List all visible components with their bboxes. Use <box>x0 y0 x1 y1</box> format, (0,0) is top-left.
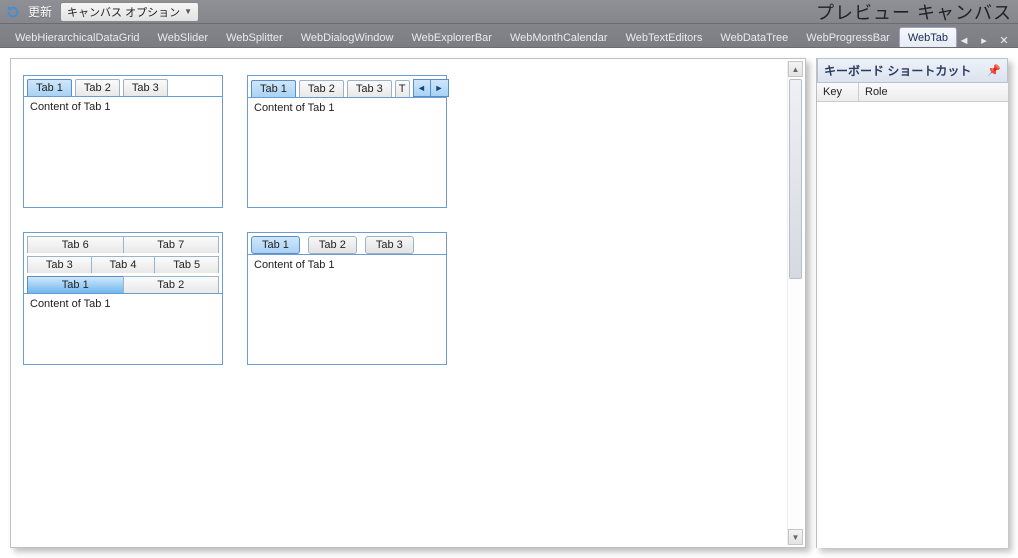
col-role[interactable]: Role <box>859 83 1008 101</box>
tab-websplitter[interactable]: WebSplitter <box>217 27 292 47</box>
webtab-demo-3: Tab 6 Tab 7 Tab 3 Tab 4 Tab 5 Tab 1 <box>23 232 223 365</box>
row-2: Tab 6 Tab 7 Tab 3 Tab 4 Tab 5 Tab 1 <box>23 232 793 365</box>
refresh-label[interactable]: 更新 <box>28 3 52 20</box>
tab-webslider[interactable]: WebSlider <box>149 27 218 47</box>
scroll-right-icon[interactable]: ▸ <box>977 34 991 47</box>
tab-7[interactable]: Tab 7 <box>123 236 220 253</box>
scroll-left-icon[interactable]: ◄ <box>413 79 431 97</box>
scroll-right-icon[interactable]: ► <box>431 79 449 97</box>
tab-3[interactable]: Tab 3 <box>347 80 392 97</box>
tab-4-truncated[interactable]: T <box>395 80 410 97</box>
tab-webexplorerbar[interactable]: WebExplorerBar <box>402 27 501 47</box>
tab-row-multirow: Tab 6 Tab 7 Tab 3 Tab 4 Tab 5 Tab 1 <box>24 233 222 293</box>
col-key[interactable]: Key <box>817 83 859 101</box>
top-toolbar: 更新 キャンバス オプション ▼ プレビュー キャンバス <box>0 0 1018 24</box>
tab-row: Tab 1 Tab 2 Tab 3 <box>24 76 222 96</box>
tab-3[interactable]: Tab 3 <box>365 236 414 254</box>
canvas-inner: Tab 1 Tab 2 Tab 3 Content of Tab 1 Tab 1… <box>11 59 805 405</box>
tab-content: Content of Tab 1 <box>248 97 446 207</box>
tab-2[interactable]: Tab 2 <box>299 80 344 97</box>
tab-1[interactable]: Tab 1 <box>251 236 300 254</box>
page-title: プレビュー キャンバス <box>816 0 1012 25</box>
tab-2[interactable]: Tab 2 <box>308 236 357 254</box>
tab-webdialogwindow[interactable]: WebDialogWindow <box>292 27 403 47</box>
tab-webmonthcalendar[interactable]: WebMonthCalendar <box>501 27 617 47</box>
panel-header: キーボード ショートカット 📌 <box>817 58 1008 83</box>
tab-webtexteditors[interactable]: WebTextEditors <box>617 27 712 47</box>
tab-webtab[interactable]: WebTab <box>899 27 957 47</box>
canvas-options-label: キャンバス オプション <box>67 4 180 20</box>
tab-row: Tab 1 Tab 2 Tab 3 <box>248 233 446 254</box>
scroll-up-icon[interactable]: ▲ <box>788 61 803 77</box>
tab-2[interactable]: Tab 2 <box>123 276 220 293</box>
tab-webhierarchicaldatagrid[interactable]: WebHierarchicalDataGrid <box>6 27 149 47</box>
canvas-options-button[interactable]: キャンバス オプション ▼ <box>60 2 199 22</box>
tab-content: Content of Tab 1 <box>24 96 222 206</box>
pin-icon[interactable]: 📌 <box>987 64 1001 77</box>
app-frame: 更新 キャンバス オプション ▼ プレビュー キャンバス WebHierarch… <box>0 0 1018 558</box>
tab-scroll-buttons: ◄ ► <box>413 79 449 97</box>
tab-webprogressbar[interactable]: WebProgressBar <box>797 27 899 47</box>
tab-content: Content of Tab 1 <box>24 293 222 363</box>
grid-header: Key Role <box>817 83 1008 102</box>
tab-row: Tab 1 Tab 2 Tab 3 T ◄ ► <box>248 76 446 97</box>
close-icon[interactable]: ✕ <box>997 34 1011 47</box>
scrollbar-thumb[interactable] <box>789 79 802 279</box>
scroll-down-icon[interactable]: ▼ <box>788 529 803 545</box>
shortcuts-panel: キーボード ショートカット 📌 Key Role <box>816 58 1008 548</box>
tab-webdatatree[interactable]: WebDataTree <box>711 27 797 47</box>
webtab-demo-2: Tab 1 Tab 2 Tab 3 T ◄ ► Content of Tab 1 <box>247 75 447 208</box>
tab-3[interactable]: Tab 3 <box>27 256 91 273</box>
canvas-scroll-container: Tab 1 Tab 2 Tab 3 Content of Tab 1 Tab 1… <box>10 58 806 548</box>
chevron-down-icon: ▼ <box>184 7 192 16</box>
panel-title: キーボード ショートカット <box>824 62 971 79</box>
tab-2[interactable]: Tab 2 <box>75 79 120 96</box>
tab-1[interactable]: Tab 1 <box>251 80 296 97</box>
main-area: Tab 1 Tab 2 Tab 3 Content of Tab 1 Tab 1… <box>0 48 1018 558</box>
vertical-scrollbar[interactable]: ▲ ▼ <box>787 61 803 545</box>
webtab-demo-1: Tab 1 Tab 2 Tab 3 Content of Tab 1 <box>23 75 223 208</box>
tabstrip-controls: ◄ ▸ ✕ <box>957 34 1013 47</box>
tab-1[interactable]: Tab 1 <box>27 276 123 293</box>
row-1: Tab 1 Tab 2 Tab 3 Content of Tab 1 Tab 1… <box>23 75 793 208</box>
component-tabstrip: WebHierarchicalDataGrid WebSlider WebSpl… <box>0 24 1018 48</box>
tab-4[interactable]: Tab 4 <box>91 256 155 273</box>
webtab-demo-4: Tab 1 Tab 2 Tab 3 Content of Tab 1 <box>247 232 447 365</box>
refresh-icon[interactable] <box>6 5 20 19</box>
tab-1[interactable]: Tab 1 <box>27 79 72 96</box>
tab-content: Content of Tab 1 <box>248 254 446 364</box>
tab-5[interactable]: Tab 5 <box>154 256 219 273</box>
tab-3[interactable]: Tab 3 <box>123 79 168 96</box>
tab-6[interactable]: Tab 6 <box>27 236 123 253</box>
grid-body <box>817 102 1008 548</box>
scroll-left-icon[interactable]: ◄ <box>957 35 971 47</box>
canvas-zone: Tab 1 Tab 2 Tab 3 Content of Tab 1 Tab 1… <box>0 48 816 558</box>
